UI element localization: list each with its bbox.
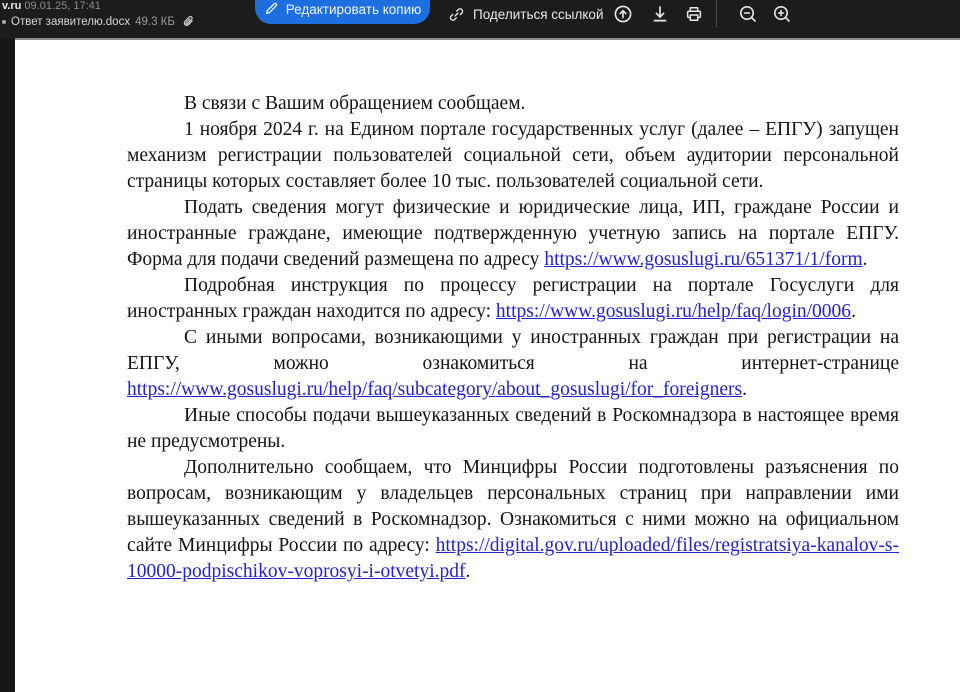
document-paragraph: В связи с Вашим обращением сообщаем.: [127, 91, 899, 117]
zoom-in-icon[interactable]: [770, 2, 794, 26]
document-reference-clipped: № 02-4Т-85318-91ПИ/31.12.2024: [560, 38, 874, 45]
printer-icon[interactable]: [682, 2, 706, 26]
document-paragraph: Иные способы подачи вышеуказанных сведен…: [127, 403, 899, 455]
sender-line: v.ru 09.01.25, 17:41: [2, 0, 196, 13]
message-datetime: 09.01.25, 17:41: [24, 0, 100, 12]
attachment-size: 49.3 КБ: [135, 16, 175, 28]
document-link[interactable]: https://www.gosuslugi.ru/help/faq/login/…: [496, 301, 851, 322]
document-paragraph: 1 ноября 2024 г. на Едином портале госуд…: [127, 117, 899, 195]
paragraph-text: С иными вопросами, возникающими у иностр…: [127, 327, 899, 374]
pencil-icon: [264, 1, 279, 17]
zoom-out-icon[interactable]: [736, 2, 760, 26]
document-link[interactable]: https://www.gosuslugi.ru/651371/1/form: [544, 249, 862, 270]
edit-copy-label: Редактировать копию: [286, 2, 422, 17]
paperclip-icon: [182, 15, 196, 29]
document-paragraph: Подробная инструкция по процессу регистр…: [127, 273, 899, 325]
paragraph-text: .: [466, 561, 471, 582]
download-icon[interactable]: [648, 2, 672, 26]
cloud-upload-icon[interactable]: [611, 2, 635, 26]
message-info: v.ru 09.01.25, 17:41 Ответ заявителю.doc…: [2, 0, 196, 29]
toolbar-divider: [716, 0, 717, 27]
link-icon: [448, 6, 465, 23]
paragraph-text: .: [851, 301, 856, 322]
share-link-button[interactable]: Поделиться ссылкой: [448, 2, 604, 26]
paragraph-text: Иные способы подачи вышеуказанных сведен…: [127, 405, 899, 452]
edit-copy-button[interactable]: Редактировать копию: [255, 0, 430, 24]
document-paragraph: Дополнительно сообщаем, что Минцифры Рос…: [127, 455, 899, 585]
paragraph-text: 1 ноября 2024 г. на Едином портале госуд…: [127, 119, 899, 192]
paragraph-text: .: [742, 379, 747, 400]
document-paragraph: С иными вопросами, возникающими у иностр…: [127, 325, 899, 403]
document-body: В связи с Вашим обращением сообщаем. 1 но…: [127, 91, 899, 585]
document-link[interactable]: https://www.gosuslugi.ru/help/faq/subcat…: [127, 379, 742, 400]
paragraph-text: .: [863, 249, 868, 270]
attachment-bullet: [2, 20, 6, 24]
document-paragraph: Подать сведения могут физические и юриди…: [127, 195, 899, 273]
attachment-item[interactable]: Ответ заявителю.docx 49.3 КБ: [2, 15, 196, 29]
attachment-filename: Ответ заявителю.docx: [11, 16, 130, 28]
sender-name: v.ru: [2, 0, 21, 12]
toolbar: v.ru 09.01.25, 17:41 Ответ заявителю.doc…: [0, 0, 960, 38]
paragraph-text: В связи с Вашим обращением сообщаем.: [184, 93, 525, 114]
document-page: № 02-4Т-85318-91ПИ/31.12.2024 В связи с …: [15, 38, 960, 692]
share-link-label: Поделиться ссылкой: [473, 7, 604, 22]
